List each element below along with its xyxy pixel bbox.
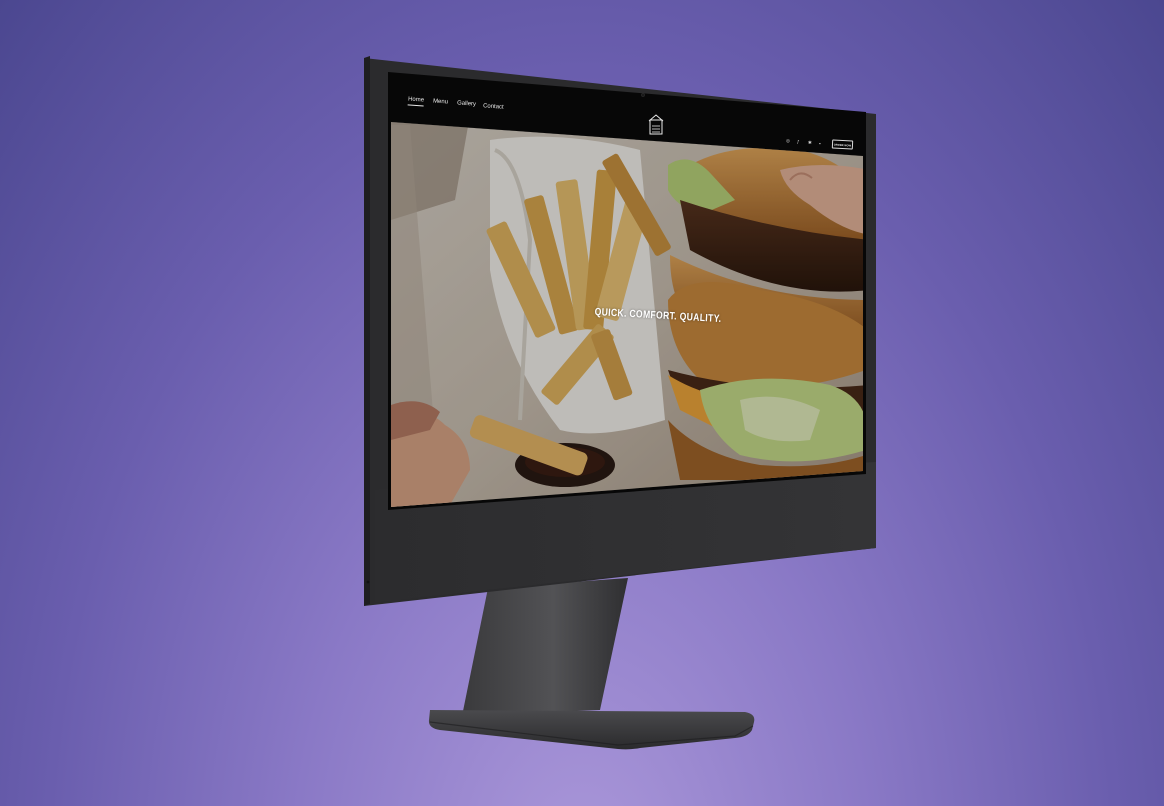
webcam-icon (641, 93, 645, 97)
yelp-icon[interactable]: ✱ (808, 140, 812, 145)
facebook-icon[interactable]: ƒ (797, 139, 800, 144)
instagram-icon[interactable]: ◎ (786, 138, 790, 143)
nav-gallery-link[interactable]: Gallery (457, 100, 476, 107)
nav-menu-link[interactable]: Menu (433, 98, 448, 105)
monitor-stand (462, 578, 628, 716)
nav-home-link[interactable]: Home (408, 96, 424, 103)
linkedin-icon[interactable]: ▪ (819, 141, 821, 146)
nav-contact-link[interactable]: Contact (483, 103, 504, 110)
monitor-base (428, 710, 755, 750)
imac-mockup (364, 56, 876, 750)
